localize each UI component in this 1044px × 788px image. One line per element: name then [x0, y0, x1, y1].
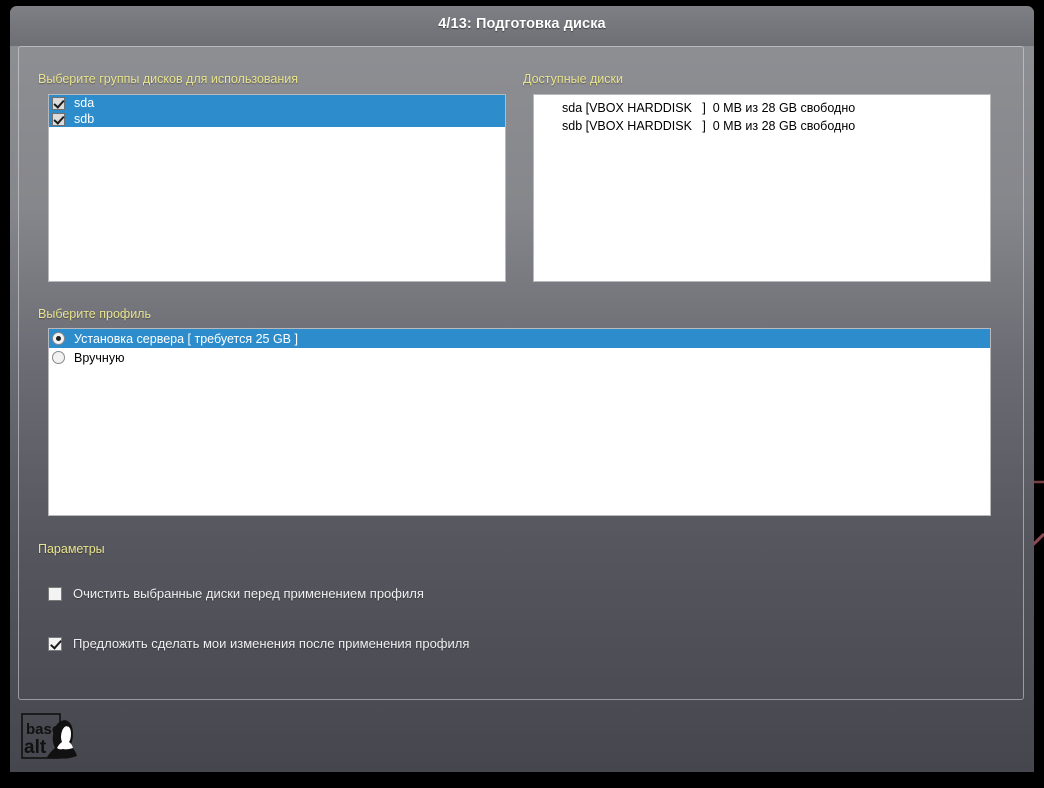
list-item[interactable]: Установка сервера [ требуется 25 GB ] [49, 329, 990, 348]
disk-group-name: sdb [74, 112, 95, 126]
profile-label: Выберите профиль [38, 307, 151, 321]
svg-text:alt: alt [24, 737, 47, 758]
available-disks-listbox[interactable]: sda [VBOX HARDDISK ] 0 MB из 28 GB свобо… [533, 94, 991, 282]
checkbox-icon[interactable] [48, 586, 62, 601]
disk-groups-listbox[interactable]: sda sdb [48, 94, 506, 282]
param-offer-changes[interactable]: Предложить сделать мои изменения после п… [48, 636, 469, 651]
disk-groups-label: Выберите группы дисков для использования [38, 72, 299, 86]
radio-icon[interactable] [52, 351, 65, 364]
disk-group-name: sda [74, 96, 95, 110]
param-label: Очистить выбранные диски перед применени… [73, 586, 424, 601]
profile-listbox[interactable]: Установка сервера [ требуется 25 GB ] Вр… [48, 328, 991, 516]
title-bar: 4/13: Подготовка диска [10, 6, 1034, 46]
param-wipe-disks[interactable]: Очистить выбранные диски перед применени… [48, 586, 424, 601]
list-item[interactable]: Вручную [49, 348, 990, 367]
profile-name: Установка сервера [ требуется 25 GB ] [74, 331, 298, 346]
screen: 4/13: Подготовка диска Выберите группы д… [0, 0, 1044, 788]
param-label: Предложить сделать мои изменения после п… [73, 636, 470, 651]
available-disks-label: Доступные диски [523, 72, 623, 86]
checkbox-icon[interactable] [52, 112, 65, 126]
bottom-bar: base alt ? Справка Назад Далее [10, 700, 1034, 772]
installer-window: 4/13: Подготовка диска Выберите группы д… [10, 6, 1034, 772]
list-item[interactable]: sdb [49, 111, 505, 127]
checkbox-icon[interactable] [52, 96, 65, 110]
parameters-label: Параметры [38, 542, 105, 556]
list-item[interactable]: sda [VBOX HARDDISK ] 0 MB из 28 GB свобо… [534, 99, 990, 117]
radio-icon[interactable] [52, 332, 65, 345]
checkbox-icon[interactable] [48, 636, 62, 651]
page-title: 4/13: Подготовка диска [438, 16, 606, 32]
list-item[interactable]: sda [49, 95, 505, 111]
profile-name: Вручную [74, 350, 125, 365]
basealt-logo: base alt [21, 713, 77, 759]
list-item[interactable]: sdb [VBOX HARDDISK ] 0 MB из 28 GB свобо… [534, 117, 990, 135]
